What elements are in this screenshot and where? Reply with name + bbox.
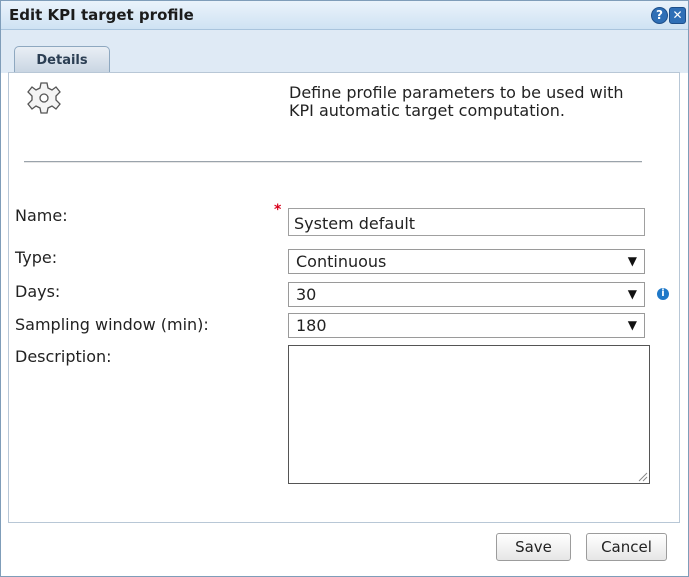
sampling-window-select-value: 180 bbox=[296, 316, 327, 335]
edit-kpi-target-profile-dialog: Edit KPI target profile ? ✕ Details Defi… bbox=[0, 0, 689, 577]
dropdown-arrow-icon: ▼ bbox=[627, 254, 637, 268]
description-textarea[interactable] bbox=[288, 345, 650, 484]
type-label: Type: bbox=[15, 248, 58, 267]
type-select[interactable]: Continuous ▼ bbox=[288, 249, 645, 274]
dialog-title-bar[interactable]: Edit KPI target profile ? ✕ bbox=[1, 1, 688, 30]
dropdown-arrow-icon: ▼ bbox=[627, 287, 637, 301]
dialog-title: Edit KPI target profile bbox=[9, 6, 194, 24]
profile-description-text: Define profile parameters to be used wit… bbox=[289, 83, 624, 120]
tab-details[interactable]: Details bbox=[14, 46, 110, 74]
days-select-value: 30 bbox=[296, 285, 317, 304]
days-label: Days: bbox=[15, 282, 61, 301]
info-icon[interactable]: i bbox=[657, 288, 669, 300]
sampling-window-label: Sampling window (min): bbox=[15, 315, 209, 334]
cancel-button[interactable]: Cancel bbox=[586, 533, 667, 561]
name-label: Name: bbox=[15, 206, 68, 225]
gear-icon bbox=[27, 81, 61, 119]
help-icon[interactable]: ? bbox=[651, 7, 668, 24]
resize-grip-icon[interactable] bbox=[638, 472, 648, 482]
days-select[interactable]: 30 ▼ bbox=[288, 282, 645, 307]
divider bbox=[24, 161, 642, 163]
sampling-window-select[interactable]: 180 ▼ bbox=[288, 313, 645, 338]
description-label: Description: bbox=[15, 347, 112, 366]
required-indicator: * bbox=[274, 202, 282, 218]
save-button[interactable]: Save bbox=[496, 533, 571, 561]
name-field[interactable]: System default bbox=[288, 208, 645, 236]
dropdown-arrow-icon: ▼ bbox=[627, 318, 637, 332]
type-select-value: Continuous bbox=[296, 252, 387, 271]
close-icon[interactable]: ✕ bbox=[669, 7, 686, 24]
